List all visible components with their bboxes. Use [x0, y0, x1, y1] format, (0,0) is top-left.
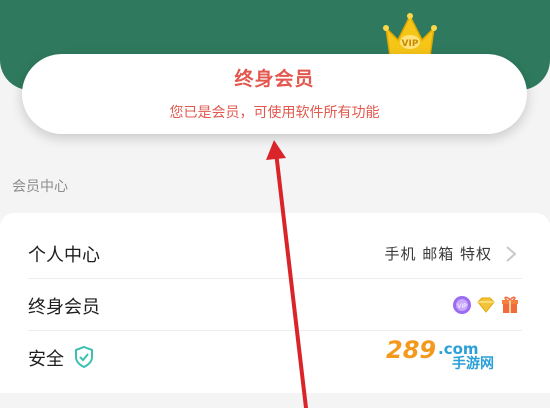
row-label-lifetime-member: 终身会员: [28, 297, 100, 318]
section-label-member-center: 会员中心: [12, 179, 68, 195]
gift-badge-icon: [502, 296, 518, 313]
site-watermark: 289 .com 手游网: [380, 330, 528, 376]
membership-status-card[interactable]: 终身会员 您已是会员，可使用软件所有功能: [22, 54, 527, 134]
membership-title: 终身会员: [234, 68, 315, 90]
row-label-security: 安全: [28, 349, 64, 370]
watermark-logo-text: 289: [386, 336, 436, 364]
row-personal-center[interactable]: 个人中心 手机 邮箱 特权: [0, 227, 550, 279]
row-label-personal-center: 个人中心: [28, 245, 100, 266]
row-value-personal-center: 手机 邮箱 特权: [384, 245, 492, 263]
shield-check-icon: [75, 345, 93, 369]
row-lifetime-member[interactable]: 终身会员 VIP: [0, 279, 550, 331]
member-badges: VIP: [452, 295, 522, 315]
watermark-caption: 手游网: [452, 355, 494, 372]
watermark-logo: 289 .com 手游网: [386, 336, 494, 372]
membership-subtitle: 您已是会员，可使用软件所有功能: [169, 105, 380, 121]
crown-badge-text: VIP: [402, 39, 419, 49]
svg-text:VIP: VIP: [457, 303, 467, 310]
vip-badge-icon: VIP: [453, 296, 471, 314]
diamond-badge-icon: [477, 297, 495, 313]
chevron-right-icon: [506, 246, 517, 262]
